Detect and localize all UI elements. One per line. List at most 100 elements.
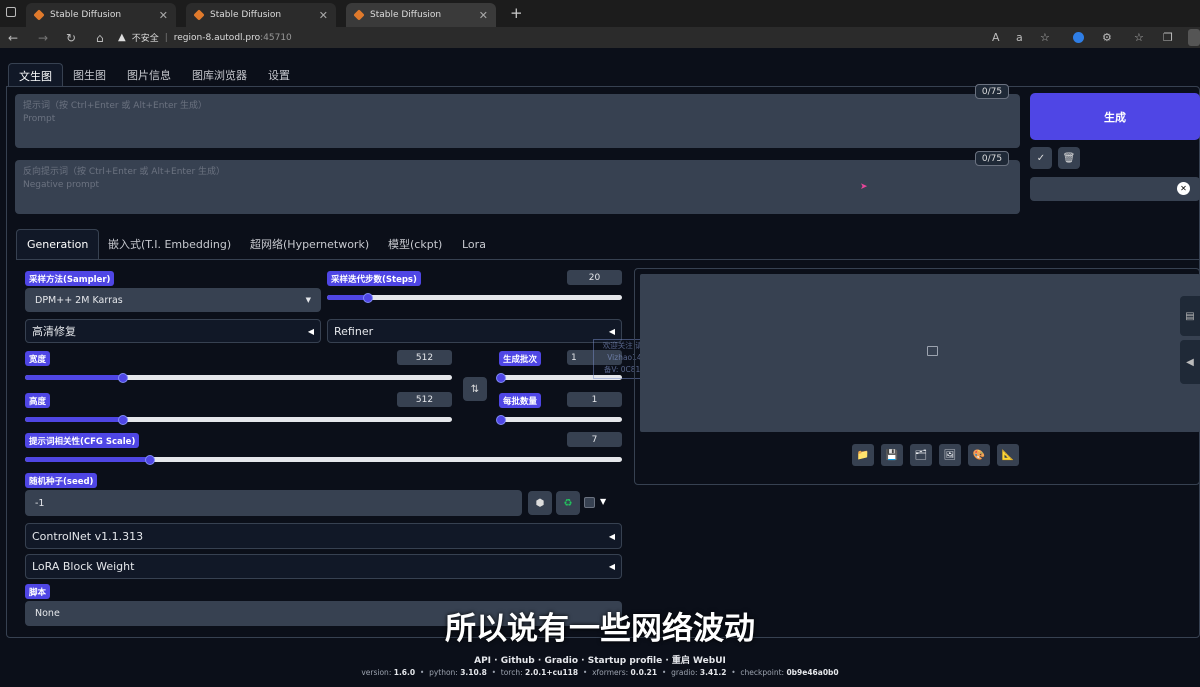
swap-icon[interactable]: ⇅: [463, 377, 487, 401]
video-subtitle: 所以说有一些网络波动: [445, 611, 755, 647]
url-port: :45710: [260, 32, 292, 43]
batch-size-slider[interactable]: [496, 415, 622, 425]
browser-tab-2[interactable]: Stable Diffusion ✕: [186, 3, 336, 27]
prompt-placeholder-en: Prompt: [23, 114, 56, 124]
collections-icon[interactable]: ❐: [1163, 31, 1173, 44]
width-value[interactable]: 512: [397, 350, 452, 365]
steps-value[interactable]: 20: [567, 270, 622, 285]
reload-icon[interactable]: ↻: [66, 31, 76, 45]
slider-thumb[interactable]: [118, 373, 129, 383]
tab-img2img[interactable]: 图生图: [63, 63, 116, 87]
negative-prompt-placeholder: 反向提示词（按 Ctrl+Enter 或 Alt+Enter 生成）: [23, 167, 226, 177]
security-label: 不安全: [131, 34, 159, 44]
translate-icon[interactable]: a: [1016, 31, 1023, 44]
close-icon[interactable]: ✕: [479, 9, 488, 22]
hires-fix-accordion[interactable]: 高清修复 ◀: [25, 319, 321, 343]
zip-icon[interactable]: 🗂: [910, 444, 932, 466]
extra-seed-checkbox[interactable]: [584, 497, 595, 508]
back-icon[interactable]: ←: [8, 31, 18, 45]
stable-diffusion-icon: [33, 9, 45, 21]
controlnet-accordion[interactable]: ControlNet v1.1.313 ◀: [25, 523, 622, 549]
subtab-checkpoint[interactable]: 模型(ckpt): [378, 229, 452, 259]
height-label: 高度: [25, 393, 51, 408]
ruler-icon[interactable]: 📐: [997, 444, 1019, 466]
tab-settings[interactable]: 设置: [258, 63, 300, 87]
home-icon[interactable]: ⌂: [96, 31, 104, 45]
width-slider[interactable]: [25, 373, 452, 383]
check-icon[interactable]: ✓: [1030, 147, 1052, 169]
seed-input[interactable]: -1: [25, 490, 522, 516]
cfg-value[interactable]: 7: [567, 432, 622, 447]
browser-tab-3[interactable]: Stable Diffusion ✕: [346, 3, 496, 27]
image-icon[interactable]: 🖼: [939, 444, 961, 466]
slider-thumb[interactable]: [496, 373, 507, 383]
collapse-icon: ◀: [307, 326, 314, 336]
refiner-label: Refiner: [334, 324, 374, 338]
batch-size-value[interactable]: 1: [567, 392, 622, 407]
negative-prompt-token-counter: 0/75: [975, 151, 1009, 166]
footer-links[interactable]: API · Github · Gradio · Startup profile …: [0, 653, 1200, 666]
dice-icon[interactable]: ⬢: [528, 491, 552, 515]
output-action-bar: 📁 💾 🗂 🖼 🎨 📐: [852, 444, 1019, 466]
url-field[interactable]: ▲ 不安全 | region-8.autodl.pro:45710: [118, 29, 978, 46]
chevron-down-icon[interactable]: ▼: [600, 497, 606, 506]
prompt-input[interactable]: 提示词（按 Ctrl+Enter 或 Alt+Enter 生成） Prompt: [15, 94, 1020, 148]
negative-prompt-input[interactable]: 反向提示词（按 Ctrl+Enter 或 Alt+Enter 生成） Negat…: [15, 160, 1020, 214]
lora-block-weight-accordion[interactable]: LoRA Block Weight ◀: [25, 554, 622, 579]
extensions-icon[interactable]: ⚙: [1102, 31, 1112, 44]
save-icon[interactable]: 💾: [881, 444, 903, 466]
side-collapse-icon[interactable]: ◀: [1180, 340, 1200, 384]
slider-track[interactable]: [499, 417, 622, 422]
styles-dropdown[interactable]: ✕: [1030, 177, 1200, 201]
slider-thumb[interactable]: [145, 455, 156, 465]
close-icon[interactable]: ✕: [319, 9, 328, 22]
tab-actions-icon[interactable]: [6, 7, 16, 17]
folder-icon[interactable]: 📁: [852, 444, 874, 466]
palette-icon[interactable]: 🎨: [968, 444, 990, 466]
profile-icon[interactable]: [1073, 32, 1084, 43]
slider-thumb[interactable]: [363, 293, 374, 303]
height-slider[interactable]: [25, 415, 452, 425]
script-label: 脚本: [25, 584, 51, 599]
favorite-icon[interactable]: ☆: [1040, 31, 1050, 44]
recycle-icon[interactable]: ♻: [556, 491, 580, 515]
tab-image-browser[interactable]: 图库浏览器: [182, 63, 257, 87]
browser-tab-bar: Stable Diffusion ✕ Stable Diffusion ✕ St…: [0, 0, 1200, 27]
sampler-dropdown[interactable]: DPM++ 2M Karras ▼: [25, 288, 321, 312]
batch-count-label: 生成批次: [499, 351, 542, 366]
forward-icon[interactable]: →: [38, 31, 48, 45]
read-aloud-icon[interactable]: A: [992, 31, 1000, 44]
slider-fill: [25, 375, 124, 380]
subtab-generation[interactable]: Generation: [16, 229, 100, 259]
favorites-bar-icon[interactable]: ☆: [1134, 31, 1144, 44]
refiner-accordion[interactable]: Refiner ◀: [327, 319, 622, 343]
cfg-slider[interactable]: [25, 455, 622, 465]
slider-thumb[interactable]: [496, 415, 507, 425]
generate-button[interactable]: 生成: [1030, 93, 1200, 140]
prompt-token-counter: 0/75: [975, 84, 1009, 99]
tab-txt2img[interactable]: 文生图: [8, 63, 63, 87]
close-icon[interactable]: ✕: [159, 9, 168, 22]
new-tab-icon[interactable]: +: [510, 4, 523, 22]
browser-tab-1[interactable]: Stable Diffusion ✕: [26, 3, 176, 27]
close-icon[interactable]: ✕: [1177, 182, 1190, 195]
stable-diffusion-icon: [193, 9, 205, 21]
slider-fill: [327, 295, 369, 300]
slider-thumb[interactable]: [118, 415, 129, 425]
subtab-lora[interactable]: Lora: [452, 229, 496, 259]
collapse-icon: ◀: [608, 531, 615, 541]
side-note-icon[interactable]: ▤: [1180, 296, 1200, 336]
height-value[interactable]: 512: [397, 392, 452, 407]
tab-png-info[interactable]: 图片信息: [117, 63, 181, 87]
cursor-icon: ➤: [860, 182, 868, 192]
url-host: region-8.autodl.pro: [173, 32, 261, 43]
steps-slider[interactable]: [327, 293, 622, 303]
avatar[interactable]: [1188, 29, 1200, 46]
subtab-embedding[interactable]: 嵌入式(T.I. Embedding): [98, 229, 241, 259]
output-image-area[interactable]: [640, 274, 1200, 432]
seed-label: 随机种子(seed): [25, 473, 98, 488]
stable-diffusion-icon: [353, 9, 365, 21]
warning-icon: ▲: [118, 32, 126, 43]
trash-icon[interactable]: 🗑: [1058, 147, 1080, 169]
subtab-hypernetwork[interactable]: 超网络(Hypernetwork): [240, 229, 379, 259]
